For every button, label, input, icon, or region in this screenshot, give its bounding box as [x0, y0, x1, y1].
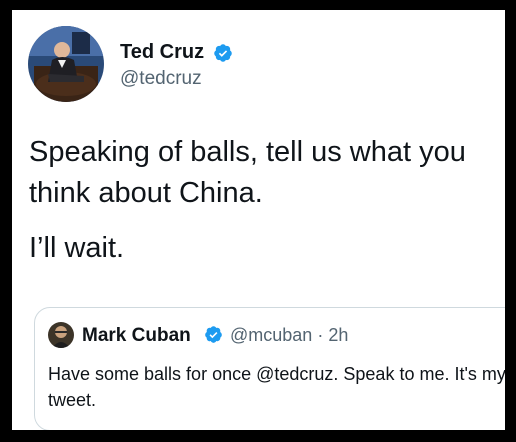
tweet-text-paragraph-1: Speaking of balls, tell us what you thin… — [29, 136, 466, 209]
quoted-verified-badge-icon — [204, 325, 223, 344]
author-avatar[interactable] — [28, 26, 104, 102]
tweet-card: Ted Cruz @tedcruz Speaking of balls, tel… — [12, 10, 505, 430]
quoted-author-handle[interactable]: @mcuban — [230, 325, 312, 345]
quoted-author-avatar[interactable] — [48, 322, 74, 348]
quoted-tweet-text: Have some balls for once @tedcruz. Speak… — [48, 364, 505, 410]
quoted-author-avatar-image — [48, 322, 74, 348]
author-name-block: Ted Cruz @tedcruz — [120, 41, 233, 90]
quoted-tweet-time[interactable]: 2h — [328, 325, 348, 345]
author-handle[interactable]: @tedcruz — [120, 68, 233, 90]
author-display-name[interactable]: Ted Cruz — [120, 41, 204, 64]
quoted-author-display-name[interactable]: Mark Cuban — [82, 325, 191, 347]
tweet-text-paragraph-2: I’ll wait. — [29, 232, 125, 264]
tweet-body: Speaking of balls, tell us what you thin… — [29, 132, 499, 269]
quoted-tweet[interactable]: Mark Cuban @mcuban · 2h Have some balls … — [34, 307, 505, 430]
quoted-tweet-meta: @mcuban · 2h — [230, 325, 348, 346]
author-avatar-image — [28, 26, 104, 102]
meta-separator: · — [317, 325, 324, 345]
verified-badge-icon — [213, 43, 233, 63]
